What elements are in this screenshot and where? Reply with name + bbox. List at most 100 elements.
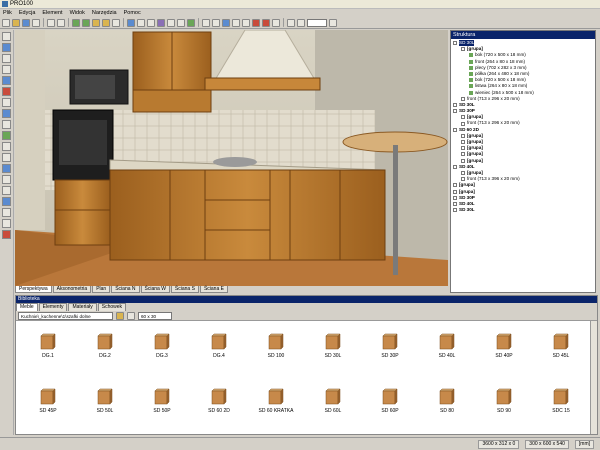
- thumbnail-size-select[interactable]: 60 x 30: [138, 311, 172, 320]
- menu-help[interactable]: Pomoc: [124, 10, 141, 16]
- library-item[interactable]: SD 50L: [77, 379, 133, 429]
- library-item[interactable]: SD 45L: [533, 324, 589, 374]
- wall-icon[interactable]: [92, 18, 100, 27]
- redo-icon[interactable]: [57, 18, 65, 27]
- library-item[interactable]: SD 60L: [305, 379, 361, 429]
- view-3d-icon[interactable]: [72, 18, 80, 27]
- collapse-icon[interactable]: [453, 164, 457, 169]
- menu-edit[interactable]: Edycja: [19, 10, 36, 16]
- expand-icon[interactable]: [461, 133, 465, 138]
- texture-icon[interactable]: [187, 18, 195, 27]
- move-tool-icon[interactable]: [2, 54, 11, 63]
- align-tool-icon[interactable]: [2, 164, 11, 173]
- collapse-icon[interactable]: [453, 109, 457, 114]
- library-path-select[interactable]: Kuchnie\_kuchenne\1\szafki dolne: [18, 311, 113, 320]
- expand-icon[interactable]: [453, 201, 457, 206]
- grid-icon[interactable]: [112, 18, 120, 27]
- tab-plan[interactable]: Plan: [92, 286, 111, 293]
- tab-clipboard[interactable]: Schowek: [97, 303, 127, 311]
- tab-wall-w[interactable]: Ściana W: [140, 286, 170, 293]
- library-item[interactable]: SD 80: [419, 379, 475, 429]
- delete-icon[interactable]: [252, 18, 260, 27]
- expand-icon[interactable]: [461, 96, 465, 101]
- collapse-icon[interactable]: [453, 41, 457, 46]
- expand-icon[interactable]: [461, 140, 465, 145]
- tab-wall-e[interactable]: Ściana E: [199, 286, 228, 293]
- expand-icon[interactable]: [461, 152, 465, 157]
- expand-icon[interactable]: [453, 195, 457, 200]
- tab-elements[interactable]: Elementy: [38, 303, 68, 311]
- library-item[interactable]: SD 60 2D: [191, 379, 247, 429]
- tab-wall-s[interactable]: Ściana S: [170, 286, 199, 293]
- zoom-combo[interactable]: [307, 18, 327, 27]
- expand-icon[interactable]: [461, 171, 465, 176]
- expand-icon[interactable]: [453, 189, 457, 194]
- rotate-icon[interactable]: [147, 18, 155, 27]
- measure-icon[interactable]: [242, 18, 250, 27]
- 3d-viewport[interactable]: [15, 30, 448, 286]
- library-item[interactable]: SD 45P: [20, 379, 76, 429]
- zoom-in-icon[interactable]: [287, 18, 295, 27]
- expand-icon[interactable]: [461, 158, 465, 163]
- render-icon[interactable]: [82, 18, 90, 27]
- camera-tool-icon[interactable]: [2, 186, 11, 195]
- expand-icon[interactable]: [453, 102, 457, 107]
- library-item[interactable]: SD 40L: [419, 324, 475, 374]
- align-icon[interactable]: [167, 18, 175, 27]
- mirror-tool-icon[interactable]: [2, 120, 11, 129]
- expand-icon[interactable]: [461, 121, 465, 126]
- stop-tool-icon[interactable]: [2, 230, 11, 239]
- move-icon[interactable]: [137, 18, 145, 27]
- library-item[interactable]: SD 100: [248, 324, 304, 374]
- library-item[interactable]: SD 90: [476, 379, 532, 429]
- light-icon[interactable]: [222, 18, 230, 27]
- orbit-tool-icon[interactable]: [2, 197, 11, 206]
- tab-materials[interactable]: Materiały: [68, 303, 97, 311]
- tab-wall-n[interactable]: Ściana N: [111, 286, 140, 293]
- delete-tool-icon[interactable]: [2, 87, 11, 96]
- group-icon[interactable]: [177, 18, 185, 27]
- library-item[interactable]: SD 40P: [476, 324, 532, 374]
- library-item[interactable]: SD 30P: [362, 324, 418, 374]
- group-tool-icon[interactable]: [2, 142, 11, 151]
- zoom-out-icon[interactable]: [297, 18, 305, 27]
- expand-icon[interactable]: [461, 177, 465, 182]
- mirror-icon[interactable]: [157, 18, 165, 27]
- expand-icon[interactable]: [453, 183, 457, 188]
- floor-icon[interactable]: [102, 18, 110, 27]
- library-item[interactable]: SDC 15: [533, 379, 589, 429]
- folder-up-icon[interactable]: [116, 311, 124, 320]
- library-item[interactable]: SD 60P: [362, 379, 418, 429]
- camera-icon[interactable]: [202, 18, 210, 27]
- menu-file[interactable]: Plik: [3, 10, 12, 16]
- view-mode-icon[interactable]: [127, 311, 135, 320]
- library-item[interactable]: SD 60 KRATKA: [248, 379, 304, 429]
- tab-perspective[interactable]: Perspektywa: [15, 286, 52, 293]
- library-scrollbar[interactable]: [590, 321, 597, 434]
- zoom-tool-icon[interactable]: [2, 219, 11, 228]
- pointer-tool-icon[interactable]: [2, 32, 11, 41]
- cut-icon[interactable]: [262, 18, 270, 27]
- texture-tool-icon[interactable]: [2, 131, 11, 140]
- collapse-icon[interactable]: [461, 47, 465, 52]
- menu-tools[interactable]: Narzędzia: [92, 10, 117, 16]
- resize-tool-icon[interactable]: [2, 76, 11, 85]
- rotate-tool-icon[interactable]: [2, 65, 11, 74]
- undo-icon[interactable]: [47, 18, 55, 27]
- select-icon[interactable]: [127, 18, 135, 27]
- select-tool-icon[interactable]: [2, 43, 11, 52]
- new-file-icon[interactable]: [2, 18, 10, 27]
- print-icon[interactable]: [32, 18, 40, 27]
- expand-icon[interactable]: [453, 208, 457, 213]
- paste-tool-icon[interactable]: [2, 109, 11, 118]
- menu-element[interactable]: Element: [42, 10, 62, 16]
- help-icon[interactable]: [329, 18, 337, 27]
- save-icon[interactable]: [22, 18, 30, 27]
- library-item[interactable]: DG.3: [134, 324, 190, 374]
- tree-row[interactable]: SD 30L: [453, 207, 593, 213]
- copy-icon[interactable]: [272, 18, 280, 27]
- tab-furniture[interactable]: Meble: [16, 303, 38, 311]
- expand-icon[interactable]: [461, 115, 465, 120]
- library-item[interactable]: DG.4: [191, 324, 247, 374]
- perspective-icon[interactable]: [212, 18, 220, 27]
